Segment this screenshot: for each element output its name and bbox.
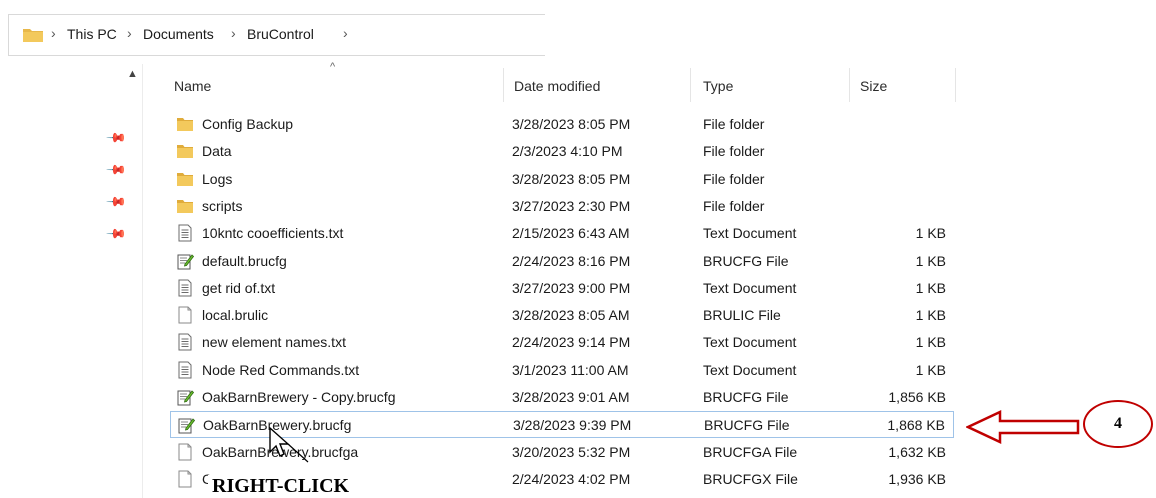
file-date-modified: 2/3/2023 4:10 PM [512, 143, 623, 160]
breadcrumb-separator[interactable]: › [343, 25, 348, 41]
file-type: BRUCFGA File [703, 443, 798, 460]
address-bar[interactable]: › This PC › Documents › BruControl › [8, 14, 545, 56]
file-date-modified: 3/28/2023 8:05 AM [512, 307, 630, 324]
breadcrumb-brucontrol[interactable]: BruControl [247, 26, 314, 42]
file-size: 1 KB [915, 361, 946, 378]
table-row[interactable]: Data 2/3/2023 4:10 PM File folder [170, 138, 954, 165]
file-date-modified: 3/28/2023 9:01 AM [512, 389, 630, 405]
table-row[interactable]: Logs 3/28/2023 8:05 PM File folder [170, 166, 954, 193]
scroll-up-icon[interactable]: ▲ [127, 68, 138, 80]
file-name: Config Backup [202, 116, 294, 132]
sort-ascending-icon: ^ [330, 61, 336, 73]
file-type: BRUCFG File [704, 417, 790, 434]
file-size: 1,856 KB [888, 389, 946, 405]
file-type: Text Document [703, 361, 797, 378]
mouse-cursor-icon [269, 426, 309, 463]
file-date-modified: 3/28/2023 8:05 PM [512, 116, 631, 132]
table-row[interactable]: local.brulic 3/28/2023 8:05 AM BRULIC File… [170, 302, 954, 329]
file-type: File folder [703, 197, 765, 214]
breadcrumb-separator: › [51, 25, 56, 41]
file-type: File folder [703, 116, 765, 132]
column-divider[interactable] [690, 68, 691, 102]
breadcrumb-separator[interactable]: › [231, 25, 236, 41]
file-name: default.brucfg [202, 252, 287, 269]
table-row[interactable]: default.brucfg 2/24/2023 8:16 PM BRUCFG Fi… [170, 248, 954, 275]
file-date-modified: 2/15/2023 6:43 AM [512, 225, 630, 242]
column-header-type[interactable]: Type [703, 78, 733, 94]
file-size: 1,936 KB [888, 470, 946, 487]
file-name: get rid of.txt [202, 279, 276, 296]
arrow-left-icon [966, 410, 1080, 444]
folder-icon [23, 29, 43, 42]
file-name: Data [202, 143, 232, 160]
folder-icon [176, 115, 194, 133]
table-row[interactable]: scripts 3/27/2023 2:30 PM File folder [170, 193, 954, 220]
file-name: OakBarnBrewery - Copy.brucfg [202, 389, 396, 405]
table-row[interactable]: get rid of.txt 3/27/2023 9:00 PM Text Docu… [170, 275, 954, 302]
folder-icon [176, 170, 194, 188]
text-file-icon [176, 224, 194, 242]
file-date-modified: 3/28/2023 9:39 PM [513, 417, 632, 434]
breadcrumb-separator[interactable]: › [127, 25, 132, 41]
navigation-pane[interactable] [120, 64, 143, 498]
file-date-modified: 2/24/2023 8:16 PM [512, 252, 631, 269]
file-size: 1 KB [915, 225, 946, 242]
file-type: BRULIC File [703, 307, 781, 324]
table-row[interactable]: 10kntc cooefficients.txt 2/15/2023 6:43 A… [170, 220, 954, 247]
file-name: Logs [202, 170, 233, 187]
column-divider[interactable] [849, 68, 850, 102]
table-row[interactable]: Config Backup 3/28/2023 8:05 PM File folde… [170, 111, 954, 138]
table-row[interactable]: OakBarnBrewery - Copy.brucfg 3/28/2023 9:… [170, 384, 954, 411]
blank-file-icon [176, 443, 194, 461]
file-size: 1,632 KB [888, 443, 946, 460]
table-row[interactable]: new element names.txt 2/24/2023 9:14 PM Te… [170, 329, 954, 356]
file-type: Text Document [703, 225, 797, 242]
file-type: BRUCFGX File [703, 470, 798, 487]
file-type: Text Document [703, 334, 797, 351]
file-date-modified: 3/20/2023 5:32 PM [512, 443, 631, 460]
right-click-instruction: RIGHT-CLICK [208, 475, 392, 498]
text-file-icon [176, 361, 194, 379]
step-number-badge: 4 [1083, 400, 1153, 448]
column-header-date-modified[interactable]: Date modified [514, 78, 600, 94]
config-file-icon [177, 416, 196, 434]
blank-file-icon [176, 470, 194, 488]
file-name: 10kntc cooefficients.txt [202, 225, 344, 242]
column-divider[interactable] [503, 68, 504, 102]
file-size: 1,868 KB [887, 417, 945, 434]
column-header-size[interactable]: Size [860, 78, 887, 94]
file-type: File folder [703, 143, 765, 160]
file-name: new element names.txt [202, 334, 346, 351]
file-size: 1 KB [915, 252, 946, 269]
file-date-modified: 3/27/2023 9:00 PM [512, 279, 631, 296]
breadcrumb-documents[interactable]: Documents [143, 26, 214, 42]
file-date-modified: 3/27/2023 2:30 PM [512, 197, 631, 214]
file-size: 1 KB [915, 334, 946, 351]
file-type: BRUCFG File [703, 389, 789, 405]
file-date-modified: 3/28/2023 8:05 PM [512, 170, 631, 187]
file-name: Node Red Commands.txt [202, 361, 360, 378]
table-row[interactable]: Node Red Commands.txt 3/1/2023 11:00 AM Te… [170, 357, 954, 384]
file-name: local.brulic [202, 307, 269, 324]
text-file-icon [176, 279, 194, 297]
file-type: BRUCFG File [703, 252, 789, 269]
breadcrumb-this-pc[interactable]: This PC [67, 26, 117, 42]
file-size: 1 KB [915, 307, 946, 324]
file-date-modified: 3/1/2023 11:00 AM [512, 361, 629, 378]
file-name: scripts [202, 197, 243, 214]
file-type: Text Document [703, 279, 797, 296]
blank-file-icon [176, 306, 194, 324]
folder-icon [176, 197, 194, 215]
config-file-icon [176, 252, 195, 270]
folder-icon [176, 142, 194, 160]
text-file-icon [176, 333, 194, 351]
column-divider[interactable] [955, 68, 956, 102]
file-type: File folder [703, 170, 765, 187]
file-date-modified: 2/24/2023 9:14 PM [512, 334, 631, 351]
config-file-icon [176, 388, 195, 406]
file-date-modified: 2/24/2023 4:02 PM [512, 470, 631, 487]
column-header-name[interactable]: Name [174, 78, 211, 94]
file-size: 1 KB [915, 279, 946, 296]
